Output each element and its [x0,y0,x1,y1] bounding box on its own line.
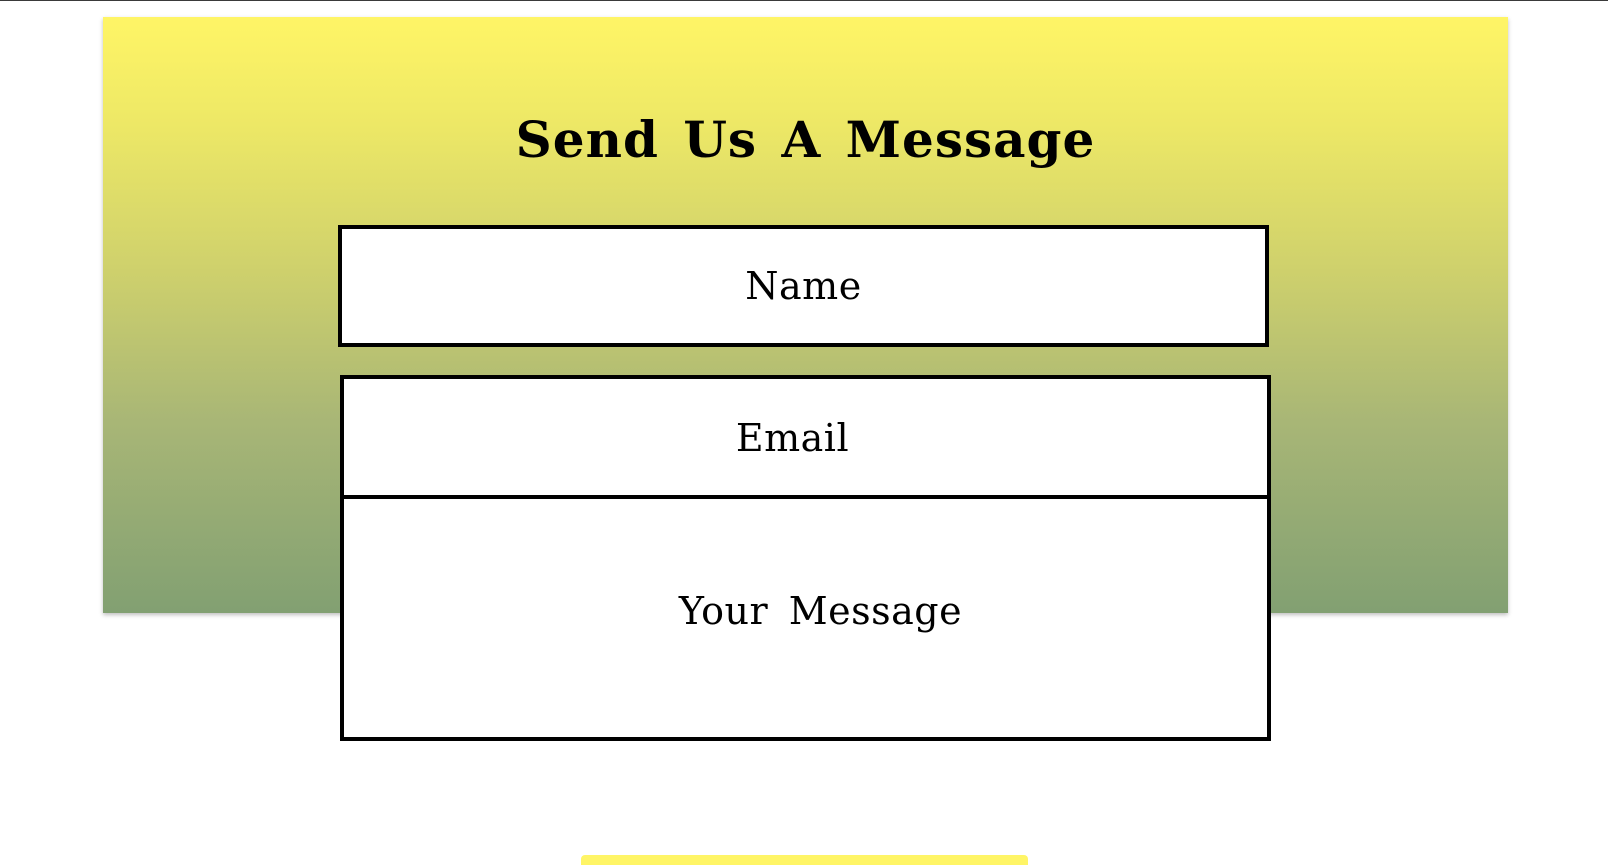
top-divider [0,0,1608,1]
email-field[interactable] [340,375,1271,500]
contact-title: Send Us A Message [515,110,1096,169]
message-field[interactable] [340,495,1271,741]
submit-button[interactable] [581,855,1028,865]
name-field[interactable] [338,225,1269,347]
